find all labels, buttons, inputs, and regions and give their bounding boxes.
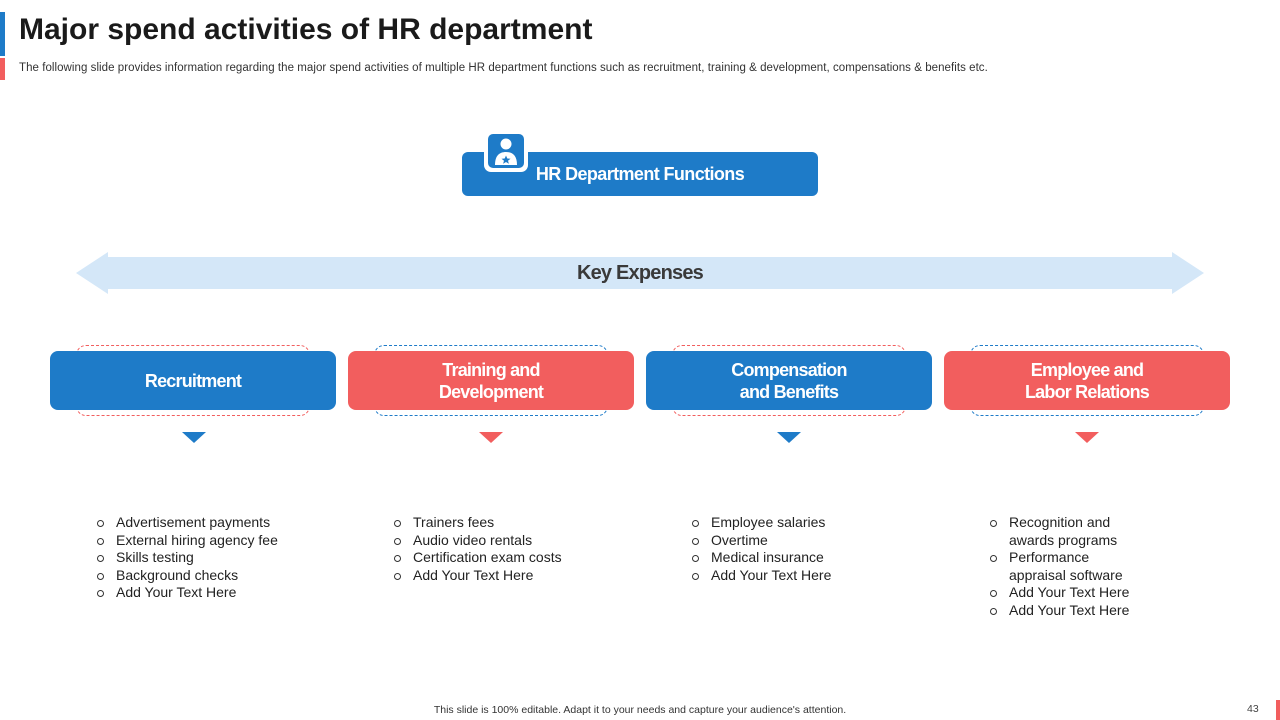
list-item: Add Your Text Here [692, 567, 902, 585]
list-item: Overtime [692, 532, 902, 550]
page-subtitle: The following slide provides information… [19, 62, 988, 74]
list-item: Recognition and awards programs [990, 514, 1140, 549]
list-item: Advertisement payments [97, 514, 307, 532]
employee-relations-card[interactable]: Employee and Labor Relations [944, 351, 1230, 410]
list-item: Add Your Text Here [394, 567, 604, 585]
list-item: External hiring agency fee [97, 532, 307, 550]
list-item: Certification exam costs [394, 549, 604, 567]
page-title: Major spend activities of HR department [19, 13, 593, 46]
list-item: Performance appraisal software [990, 549, 1140, 584]
list-item: Background checks [97, 567, 307, 585]
list-item: Employee salaries [692, 514, 902, 532]
page-number: 43 [1247, 703, 1259, 715]
page-number-accent-bar [1276, 700, 1280, 720]
recruitment-card-label: Recruitment [144, 370, 242, 391]
list-item: Add Your Text Here [990, 584, 1140, 602]
training-pointer-icon [479, 432, 503, 443]
employee-relations-pointer-icon [1075, 432, 1099, 443]
training-card[interactable]: Training and Development [348, 351, 634, 410]
list-item: Medical insurance [692, 549, 902, 567]
list-item: Audio video rentals [394, 532, 604, 550]
key-expenses-label: Key Expenses [576, 262, 704, 284]
footer-note: This slide is 100% editable. Adapt it to… [433, 704, 847, 716]
key-expenses-arrow: Key Expenses [76, 252, 1204, 294]
compensation-pointer-icon [777, 432, 801, 443]
recruitment-list: Advertisement payments External hiring a… [97, 514, 307, 602]
compensation-card-label: Compensation and Benefits [731, 359, 847, 402]
user-badge-icon [484, 130, 528, 172]
recruitment-card[interactable]: Recruitment [50, 351, 336, 410]
compensation-card[interactable]: Compensation and Benefits [646, 351, 932, 410]
subtitle-accent-bar [0, 58, 5, 80]
recruitment-pointer-icon [182, 432, 206, 443]
list-item: Skills testing [97, 549, 307, 567]
training-card-label: Training and Development [438, 359, 544, 402]
employee-relations-list: Recognition and awards programs Performa… [990, 514, 1140, 620]
training-list: Trainers fees Audio video rentals Certif… [394, 514, 604, 584]
list-item: Trainers fees [394, 514, 604, 532]
employee-relations-card-label: Employee and Labor Relations [1024, 359, 1150, 402]
list-item: Add Your Text Here [990, 602, 1140, 620]
list-item: Add Your Text Here [97, 584, 307, 602]
title-accent-bar [0, 12, 5, 56]
compensation-list: Employee salaries Overtime Medical insur… [692, 514, 902, 584]
